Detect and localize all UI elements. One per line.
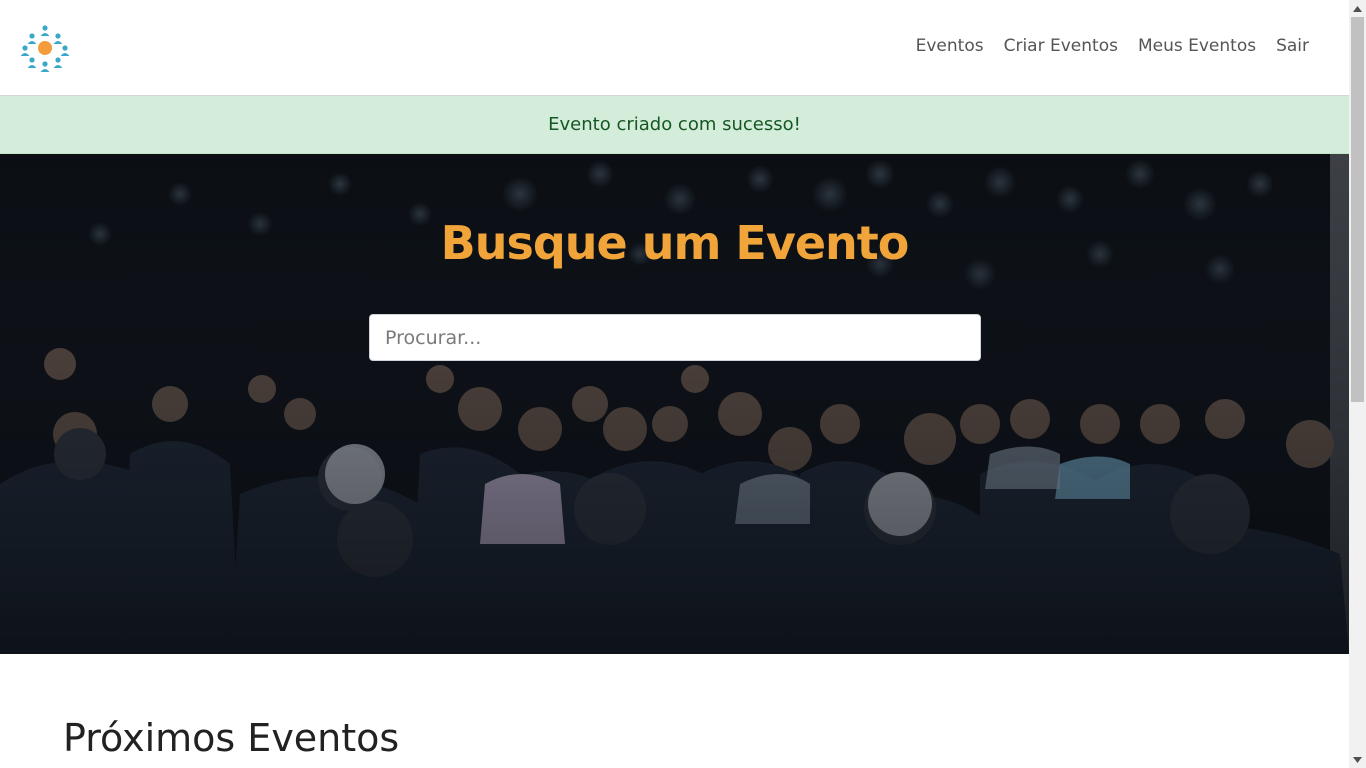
nav-link-criar-eventos[interactable]: Criar Eventos <box>994 36 1128 56</box>
logo-icon[interactable] <box>20 23 70 73</box>
navbar: Eventos Criar Eventos Meus Eventos Sair <box>0 0 1349 96</box>
hero-banner: Busque um Evento <box>0 154 1349 654</box>
page: Eventos Criar Eventos Meus Eventos Sair … <box>0 0 1349 768</box>
upcoming-events-heading: Próximos Eventos <box>63 716 400 760</box>
nav-links: Eventos Criar Eventos Meus Eventos Sair <box>906 36 1319 56</box>
hero-title: Busque um Evento <box>440 216 910 270</box>
nav-link-sair[interactable]: Sair <box>1266 36 1319 56</box>
vertical-scrollbar[interactable] <box>1349 0 1366 768</box>
nav-link-meus-eventos[interactable]: Meus Eventos <box>1128 36 1266 56</box>
nav-link-eventos[interactable]: Eventos <box>906 36 994 56</box>
scroll-up-arrow-icon[interactable] <box>1349 0 1366 17</box>
search-input[interactable] <box>369 314 981 361</box>
success-alert: Evento criado com sucesso! <box>0 96 1349 154</box>
alert-message: Evento criado com sucesso! <box>548 114 801 135</box>
scroll-down-arrow-icon[interactable] <box>1349 751 1366 768</box>
scrollbar-thumb[interactable] <box>1351 17 1364 402</box>
